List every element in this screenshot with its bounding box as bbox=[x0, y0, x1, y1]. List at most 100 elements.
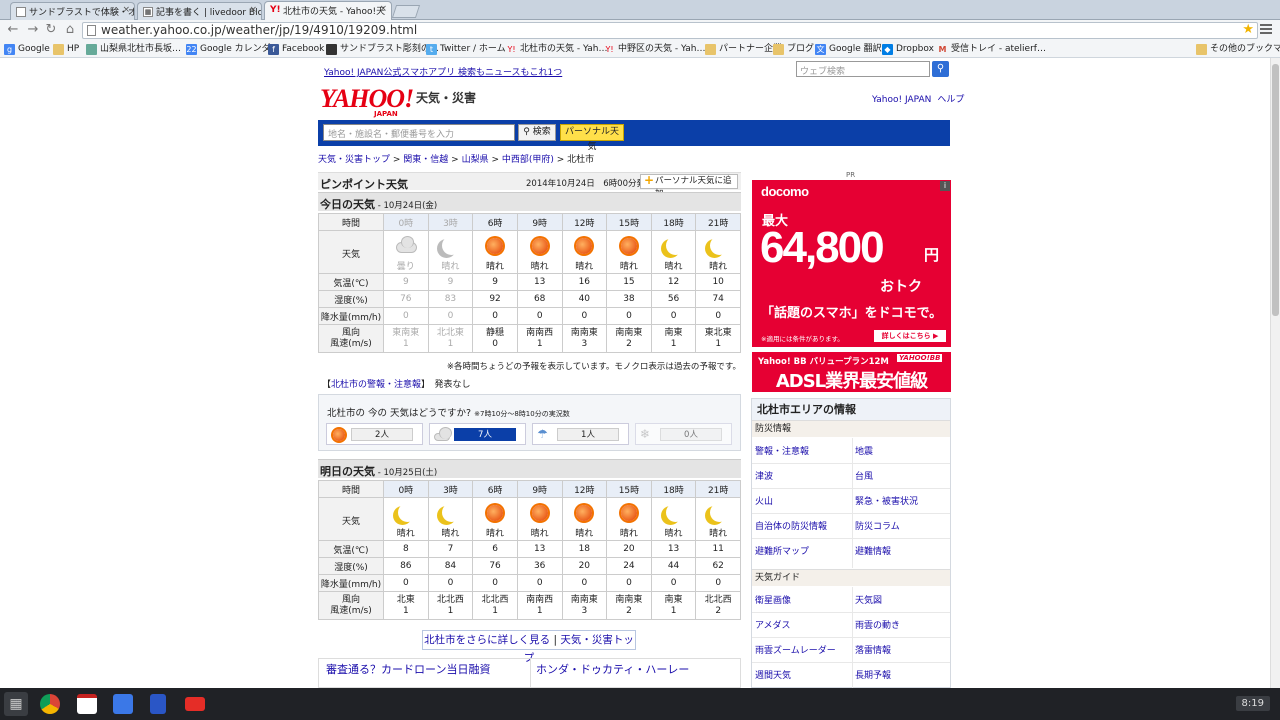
google-plus-icon[interactable] bbox=[113, 694, 133, 714]
info-icon[interactable]: i bbox=[940, 181, 950, 191]
location-search-input[interactable]: 地名・施設名・郵便番号を入力 bbox=[323, 124, 515, 141]
bookmark-hokuto[interactable]: Y! 北杜市の天気 - Yah… bbox=[506, 43, 607, 56]
breadcrumb-item[interactable]: 中西部(甲府) bbox=[502, 155, 554, 165]
yahoo-logo[interactable]: YAHOO! bbox=[320, 86, 414, 112]
ad-link[interactable]: 審査通る？カードローン当日融資 bbox=[326, 661, 490, 677]
area-link[interactable]: 緊急・被害状況 bbox=[855, 494, 918, 507]
forecast-cell: 40 bbox=[561, 290, 608, 308]
web-search-input[interactable]: ウェブ検索 bbox=[796, 61, 930, 77]
forecast-cell: 曇り bbox=[383, 230, 429, 274]
forward-icon[interactable]: → bbox=[26, 23, 40, 37]
area-info-title: 北杜市エリアの情報 bbox=[752, 399, 950, 420]
area-link[interactable]: 自治体の防災情報 bbox=[755, 519, 827, 532]
poll-rain-button[interactable]: ☂ 1人 bbox=[532, 423, 629, 445]
wind-row: 風向 風速(m/s) 北東 1 北北西 1 北北西 1 南南西 1 南南東 3 南南東 2 南東 1 北北西 2 bbox=[318, 591, 741, 620]
close-icon[interactable]: × bbox=[379, 4, 387, 14]
bookmark-google[interactable]: g Google bbox=[4, 43, 50, 56]
bookmark-inbox[interactable]: M 受信トレイ - atelierf… bbox=[937, 43, 1046, 56]
area-link[interactable]: アメダス bbox=[755, 618, 791, 631]
forecast-cell: 18 bbox=[561, 540, 608, 558]
chrome-icon[interactable] bbox=[40, 694, 60, 714]
bookmark-sandblast[interactable]: サンドブラスト彫刻の… bbox=[326, 43, 439, 56]
app-launcher-icon[interactable]: ▦ bbox=[4, 692, 28, 716]
bookmark-nakano[interactable]: Y! 中野区の天気 - Yah… bbox=[604, 43, 705, 56]
area-link[interactable]: 週間天気 bbox=[755, 668, 791, 681]
area-link[interactable]: 地震 bbox=[855, 444, 873, 457]
tab-livedoor[interactable]: ▦ 記事を書く | livedoor Blog × bbox=[137, 2, 262, 20]
yahoo-logo-japan: JAPAN bbox=[374, 110, 398, 118]
breadcrumb-item[interactable]: 天気・災害トップ bbox=[318, 155, 390, 165]
forecast-cell: 18時 bbox=[650, 480, 697, 498]
area-link[interactable]: 天気図 bbox=[855, 593, 882, 606]
app-promo-link[interactable]: Yahoo! JAPAN公式スマホアプリ 検索もニュースもこれ1つ bbox=[324, 65, 562, 78]
add-personal-button[interactable]: パーソナル天気に追加 bbox=[640, 174, 738, 199]
ad-links: 審査通る？カードローン当日融資 ホンダ・ドゥカティ・ハーレー bbox=[318, 658, 741, 688]
tab-hokuto-weather[interactable]: Y! 北杜市の天気 - Yahoo!天 × bbox=[264, 1, 392, 21]
reload-icon[interactable]: ↻ bbox=[44, 23, 58, 37]
home-icon[interactable]: ⌂ bbox=[63, 23, 77, 37]
area-link[interactable]: 避難所マップ bbox=[755, 544, 809, 557]
close-icon[interactable]: × bbox=[122, 5, 130, 15]
forecast-cell: 3時 bbox=[427, 213, 474, 231]
docs-icon[interactable] bbox=[150, 694, 166, 714]
area-link[interactable]: 警報・注意報 bbox=[755, 444, 809, 457]
help-link[interactable]: ヘルプ bbox=[937, 95, 964, 105]
search-button[interactable]: ⚲ 検索 bbox=[518, 124, 556, 141]
rain-icon: ☂ bbox=[537, 427, 548, 441]
forecast-cell: 晴れ bbox=[695, 497, 741, 541]
clock[interactable]: 8:19 bbox=[1235, 696, 1270, 711]
area-link[interactable]: 落雷情報 bbox=[855, 643, 891, 656]
bookmark-hp[interactable]: HP bbox=[53, 43, 79, 56]
detail-link[interactable]: 北杜市をさらに詳しく見る bbox=[424, 634, 550, 646]
close-icon[interactable]: × bbox=[249, 5, 257, 15]
gmail-icon[interactable] bbox=[77, 694, 97, 714]
area-link[interactable]: 津波 bbox=[755, 469, 773, 482]
bookmark-gcal[interactable]: 22 Google カレンダー bbox=[186, 43, 280, 56]
area-link[interactable]: 雨雲ズームレーダー bbox=[755, 643, 836, 656]
divider bbox=[752, 612, 950, 613]
forecast-cell: 晴れ bbox=[606, 230, 652, 274]
area-link[interactable]: 火山 bbox=[755, 494, 773, 507]
bookmark-partner[interactable]: パートナー企業 bbox=[705, 43, 782, 56]
breadcrumb-item[interactable]: 山梨県 bbox=[462, 155, 489, 165]
area-link[interactable]: 長期予報 bbox=[855, 668, 891, 681]
bookmark-dropbox[interactable]: ◆ Dropbox bbox=[882, 43, 934, 56]
area-link[interactable]: 防災コラム bbox=[855, 519, 900, 532]
bookmark-facebook[interactable]: f Facebook bbox=[268, 43, 324, 56]
star-icon[interactable]: ★ bbox=[1242, 22, 1254, 37]
bookmark-blog[interactable]: ブログ bbox=[773, 43, 814, 56]
new-tab-button[interactable] bbox=[391, 5, 421, 18]
ad-detail-button[interactable]: 詳しくはこちら ▶ bbox=[874, 330, 946, 342]
search-icon[interactable]: ⚲ bbox=[932, 61, 949, 77]
forecast-cell: 南東 1 bbox=[650, 324, 697, 353]
yahoo-japan-link[interactable]: Yahoo! JAPAN bbox=[872, 95, 931, 105]
forecast-cell: 6時 bbox=[472, 213, 518, 231]
warning-link[interactable]: 北杜市の警報・注意報 bbox=[331, 380, 421, 390]
bookmark-translate[interactable]: 文 Google 翻訳 bbox=[815, 43, 882, 56]
personal-weather-button[interactable]: パーソナル天気 bbox=[560, 124, 624, 152]
bookmark-other[interactable]: その他のブックマーク bbox=[1196, 43, 1280, 56]
docomo-ad[interactable]: docomo i 最大 64,800 円 おトク 「話題のスマホ」をドコモで。 … bbox=[752, 180, 951, 347]
forecast-cell: 0時 bbox=[383, 480, 429, 498]
breadcrumb-item[interactable]: 関東・信越 bbox=[403, 155, 448, 165]
poll-snow-button[interactable]: ❄ 0人 bbox=[635, 423, 732, 445]
address-bar[interactable]: weather.yahoo.co.jp/weather/jp/19/4910/1… bbox=[82, 22, 1258, 39]
poll-note: ※7時10分～8時10分の実況数 bbox=[474, 410, 570, 418]
scrollbar[interactable] bbox=[1270, 58, 1280, 688]
menu-icon[interactable] bbox=[1260, 24, 1272, 34]
back-icon[interactable]: ← bbox=[6, 23, 20, 37]
tab-sandblast[interactable]: サンドブラストで体験・オリジナ× bbox=[10, 2, 135, 20]
poll-cloudy-button[interactable]: 7人 bbox=[429, 423, 526, 445]
area-link[interactable]: 雨雲の動き bbox=[855, 618, 900, 631]
area-link[interactable]: 避難情報 bbox=[855, 544, 891, 557]
poll-sunny-button[interactable]: 2人 bbox=[326, 423, 423, 445]
warning-status: 発表なし bbox=[434, 380, 471, 390]
ad-link[interactable]: ホンダ・ドゥカティ・ハーレー bbox=[536, 661, 689, 677]
area-link[interactable]: 衛星画像 bbox=[755, 593, 791, 606]
youtube-icon[interactable] bbox=[185, 697, 205, 711]
bookmark-twitter[interactable]: t Twitter / ホーム bbox=[426, 43, 506, 56]
ybb-ad[interactable]: Yahoo! BB バリュープラン12M YAHOO!BB ADSL業界最安値級 bbox=[752, 352, 951, 392]
area-link[interactable]: 台風 bbox=[855, 469, 873, 482]
bookmark-nagasaka[interactable]: 山梨県北杜市長坂… bbox=[86, 43, 181, 56]
scrollbar-thumb[interactable] bbox=[1272, 64, 1279, 316]
